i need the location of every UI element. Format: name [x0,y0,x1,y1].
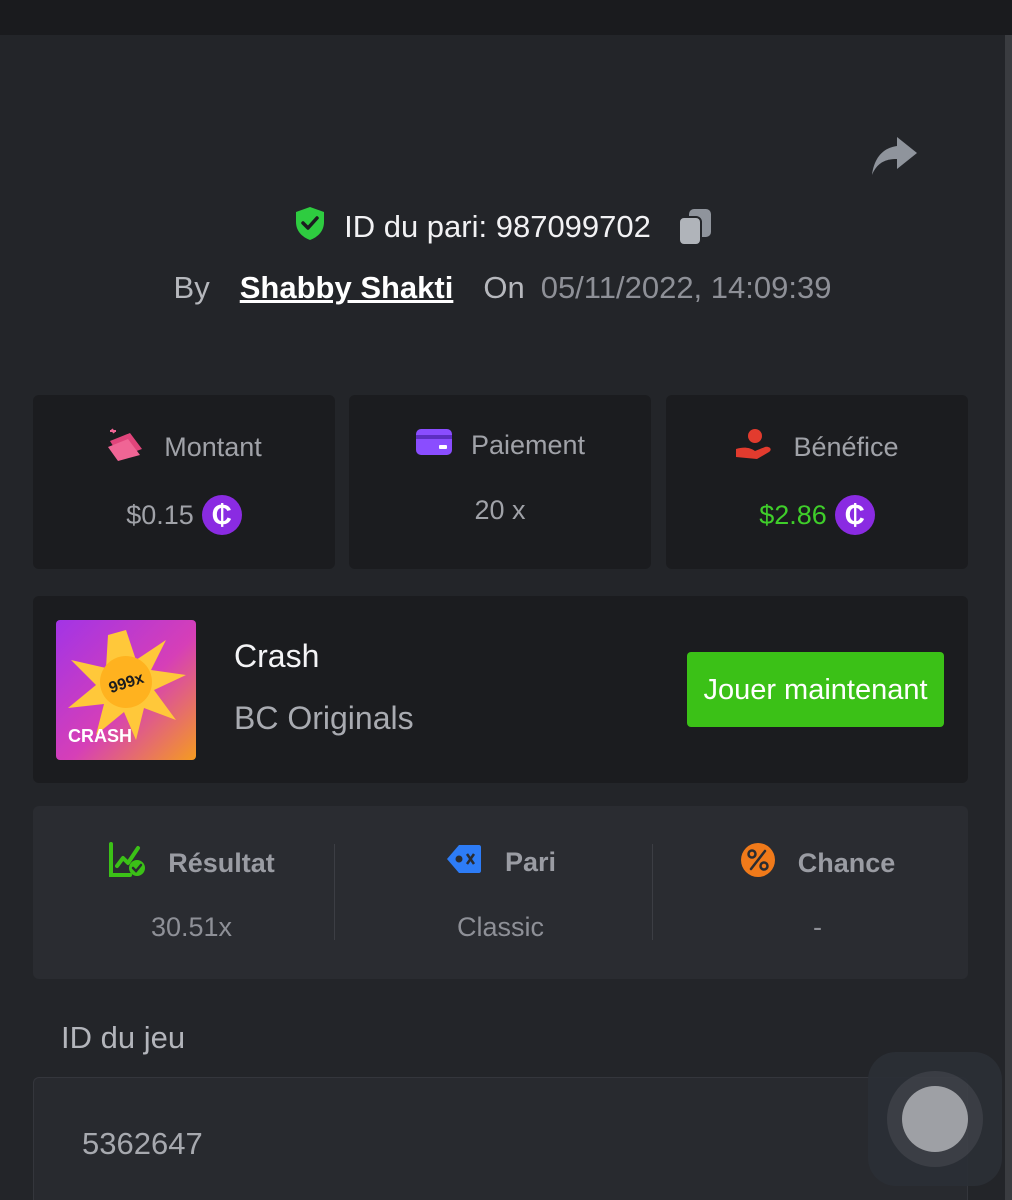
detail-label: Résultat [168,848,275,878]
user-link[interactable]: Shabby Shakti [240,270,454,306]
stat-label: Bénéfice [793,432,899,462]
game-card: 999x CRASH Crash BC Originals Jouer main… [33,596,968,783]
game-thumbnail[interactable]: 999x CRASH [56,620,196,760]
stat-card-paiement: Paiement 20 x [349,395,651,569]
share-arrow-icon [869,135,919,182]
play-now-button[interactable]: Jouer maintenant [687,652,944,727]
divider [652,844,653,940]
stat-value: $2.86 [759,499,827,530]
detail-label: Pari [504,847,557,877]
copy-icon[interactable] [677,207,713,247]
detail-value: - [813,912,822,942]
share-button[interactable] [866,132,922,184]
detail-pari: Pari Classic [342,806,659,979]
percent-icon [740,842,776,885]
tag-icon [445,842,483,883]
coin-icon: ₵ [201,495,242,535]
bet-id-row: ID du pari: 987099702 [0,204,1005,250]
assistive-touch-button[interactable] [868,1052,1002,1186]
detail-chance: Chance - [659,806,976,979]
game-name[interactable]: Crash [234,638,319,675]
bet-details-card: Résultat 30.51x Pari Classic Chance - [33,806,968,979]
bet-meta-row: By Shabby Shakti On 05/11/2022, 14:09:39 [0,265,1005,311]
by-label: By [173,270,210,305]
stat-card-montant: Montant $0.15 ₵ [33,395,335,569]
stat-label: Paiement [470,430,586,460]
bet-id-text: ID du pari: 987099702 [344,209,651,244]
game-provider: BC Originals [234,700,414,736]
on-label: On [483,270,525,305]
stat-card-benefice: Bénéfice $2.86 ₵ [666,395,968,569]
coin-icon: ₵ [834,495,875,535]
game-id-field[interactable]: 5362647 [33,1077,968,1200]
game-id-label: ID du jeu [61,1020,186,1055]
stat-value: 20 x [474,495,526,525]
chart-check-icon [108,842,146,885]
shield-check-icon [292,205,328,249]
detail-value: Classic [456,912,544,942]
detail-label: Chance [797,848,896,878]
top-bar [0,0,1012,35]
detail-value: 30.51x [150,912,233,942]
detail-resultat: Résultat 30.51x [33,806,350,979]
thumb-title: CRASH [68,726,132,746]
profit-hand-icon [735,427,775,468]
bet-datetime: 05/11/2022, 14:09:39 [540,270,832,305]
assistive-ring [887,1071,983,1167]
divider [334,844,335,940]
money-icon [106,427,146,468]
assistive-dot [902,1086,968,1152]
card-icon [415,427,453,464]
scrollbar[interactable] [1005,35,1012,1200]
stat-value: $0.15 [126,499,194,530]
stat-label: Montant [164,432,262,462]
